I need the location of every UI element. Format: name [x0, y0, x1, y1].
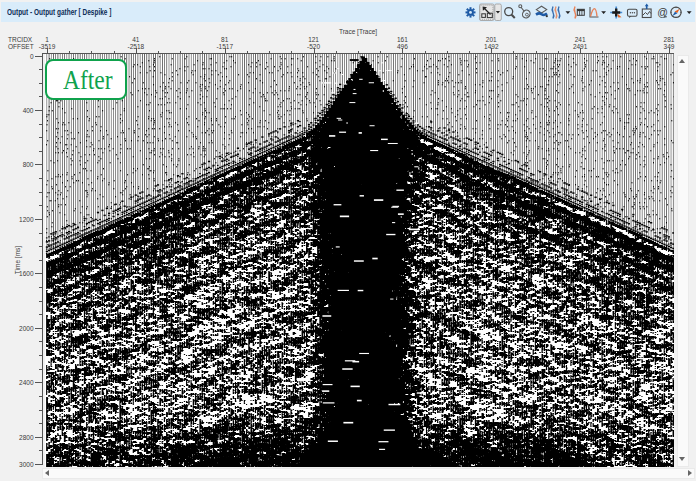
svg-text:@: @ — [657, 6, 668, 18]
